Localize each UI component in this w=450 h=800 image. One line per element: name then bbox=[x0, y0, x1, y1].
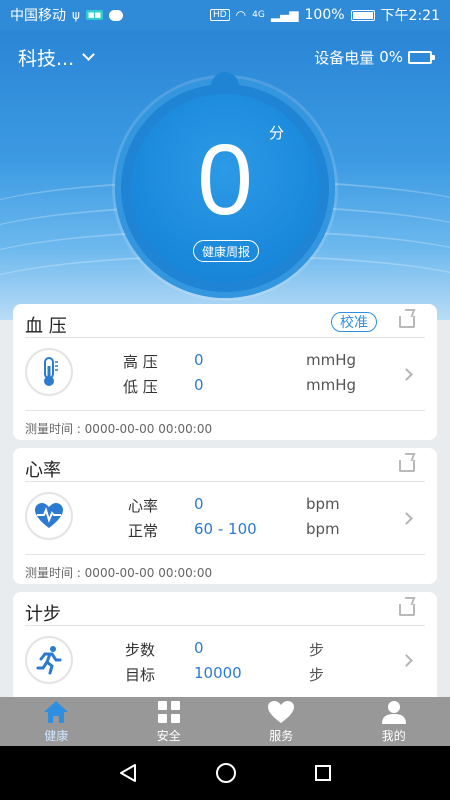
battery-value: 0% bbox=[379, 48, 403, 66]
nav-label: 服务 bbox=[269, 728, 294, 743]
heart-rate-unit: bpm bbox=[306, 495, 340, 513]
person-icon bbox=[381, 700, 406, 724]
measure-time: 测量时间 : 0000-00-00 00:00:00 bbox=[25, 422, 213, 436]
device-battery: 设备电量 0% bbox=[314, 47, 435, 68]
nav-label: 安全 bbox=[156, 728, 181, 743]
battery-icon bbox=[408, 50, 435, 64]
thermometer-icon bbox=[25, 348, 73, 396]
dial-tab bbox=[211, 72, 239, 86]
signal-icon: ▂▄▆ bbox=[270, 8, 299, 22]
grid-icon bbox=[157, 700, 180, 723]
heart-rate-label: 心率 bbox=[128, 497, 159, 515]
nav-item-safety[interactable]: 安全 bbox=[113, 697, 226, 746]
diastolic-label: 低 压 bbox=[123, 378, 158, 396]
divider bbox=[25, 554, 425, 555]
battery-percent: 100% bbox=[304, 7, 345, 23]
bottom-nav: 健康 安全 服务 我的 bbox=[0, 697, 450, 746]
share-icon[interactable] bbox=[399, 316, 415, 328]
home-icon bbox=[44, 700, 69, 723]
systolic-label: 高 压 bbox=[123, 353, 158, 371]
heart-icon bbox=[268, 700, 295, 723]
heart-rate-value: 0 bbox=[194, 495, 204, 513]
score-unit: 分 bbox=[269, 124, 285, 142]
device-selector[interactable]: 科技... bbox=[18, 44, 95, 71]
card-title: 血 压 bbox=[25, 316, 67, 337]
heart-pulse-icon bbox=[25, 492, 73, 540]
systolic-unit: mmHg bbox=[306, 351, 357, 369]
goal-value: 10000 bbox=[194, 664, 242, 682]
network-type: 4G bbox=[252, 10, 265, 20]
steps-label: 步数 bbox=[125, 641, 156, 659]
normal-range-label: 正常 bbox=[128, 522, 159, 540]
divider bbox=[25, 410, 425, 411]
device-name: 科技... bbox=[18, 47, 75, 70]
goal-label: 目标 bbox=[125, 666, 156, 684]
carrier-label: 中国移动 bbox=[10, 8, 66, 24]
weekly-report-button[interactable]: 健康周报 bbox=[193, 240, 260, 262]
status-battery-icon bbox=[350, 9, 375, 21]
health-hero: 科技... 设备电量 0% 0 分 健康周报 bbox=[0, 30, 450, 320]
chevron-right-icon[interactable] bbox=[400, 368, 413, 381]
chevron-down-icon bbox=[82, 48, 95, 61]
clock: 下午2:21 bbox=[380, 8, 440, 24]
app-notification-icon: ■■ bbox=[85, 10, 104, 20]
wifi-icon: ◠ bbox=[235, 8, 247, 22]
home-button-icon[interactable] bbox=[215, 762, 237, 784]
nav-label: 健康 bbox=[44, 728, 69, 743]
health-score-dial[interactable]: 0 分 健康周报 bbox=[115, 72, 335, 298]
header: 科技... 设备电量 0% bbox=[0, 44, 450, 70]
calibrate-button[interactable]: 校准 bbox=[331, 312, 377, 332]
goal-unit: 步 bbox=[309, 666, 325, 684]
message-icon bbox=[109, 9, 124, 21]
nav-label: 我的 bbox=[381, 728, 406, 743]
nav-item-service[interactable]: 服务 bbox=[225, 697, 338, 746]
system-nav-bar bbox=[0, 746, 450, 800]
heart-rate-card[interactable]: 心率 心率 0 bpm 正常 60 - 100 bpm 测量时间 : 0000-… bbox=[13, 448, 437, 584]
card-title: 计步 bbox=[25, 604, 61, 625]
normal-range-value: 60 - 100 bbox=[194, 520, 257, 538]
blood-pressure-card[interactable]: 血 压 校准 高 压 0 mmHg 低 压 0 mmHg 测量时间 : 0000… bbox=[13, 304, 437, 440]
diastolic-value: 0 bbox=[194, 376, 204, 394]
back-icon[interactable] bbox=[118, 763, 138, 783]
usb-icon: ψ bbox=[72, 8, 80, 22]
steps-card[interactable]: 计步 步数 0 步 目标 10000 步 bbox=[13, 592, 437, 702]
systolic-value: 0 bbox=[194, 351, 204, 369]
measure-time: 测量时间 : 0000-00-00 00:00:00 bbox=[25, 566, 213, 580]
normal-range-unit: bpm bbox=[306, 520, 340, 538]
divider bbox=[25, 625, 425, 626]
share-icon[interactable] bbox=[399, 604, 415, 616]
battery-label: 设备电量 bbox=[314, 48, 375, 67]
nav-item-health[interactable]: 健康 bbox=[0, 697, 113, 746]
steps-value: 0 bbox=[194, 639, 204, 657]
recents-icon[interactable] bbox=[314, 764, 332, 782]
card-title: 心率 bbox=[25, 460, 61, 481]
status-bar: 中国移动 ψ ■■ HD ◠ 4G ▂▄▆ 100% 下午2:21 bbox=[0, 0, 450, 30]
divider bbox=[25, 337, 425, 338]
health-score: 0 bbox=[197, 124, 253, 236]
chevron-right-icon[interactable] bbox=[400, 512, 413, 525]
runner-icon bbox=[25, 636, 73, 684]
diastolic-unit: mmHg bbox=[306, 376, 357, 394]
nav-item-mine[interactable]: 我的 bbox=[338, 697, 450, 746]
divider bbox=[25, 481, 425, 482]
share-icon[interactable] bbox=[399, 460, 415, 472]
chevron-right-icon[interactable] bbox=[400, 654, 413, 667]
steps-unit: 步 bbox=[309, 641, 325, 659]
hd-icon: HD bbox=[209, 9, 230, 21]
